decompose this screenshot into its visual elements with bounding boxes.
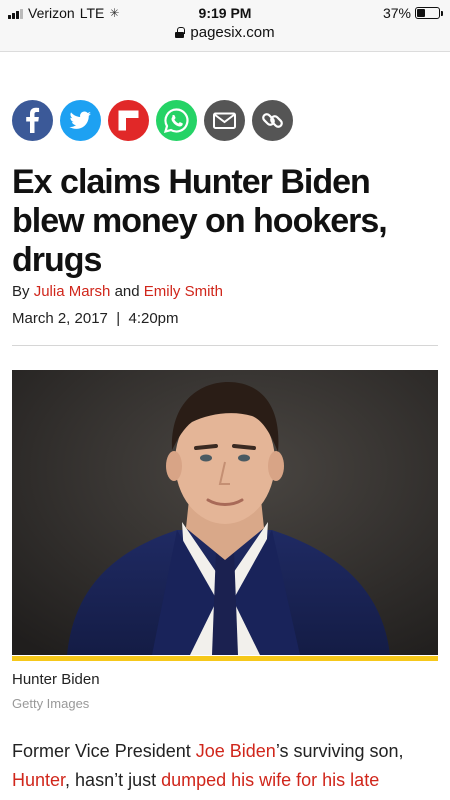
lock-icon <box>175 27 185 38</box>
copy-link-button[interactable] <box>252 100 293 141</box>
url-text[interactable]: pagesix.com <box>190 24 274 41</box>
status-bar: Verizon LTE ✳ 9:19 PM 37% <box>0 2 450 24</box>
byline: By Julia Marsh and Emily Smith <box>12 283 223 300</box>
status-right: 37% <box>382 5 443 21</box>
browser-top-bar: Verizon LTE ✳ 9:19 PM 37% pagesix.com <box>0 0 450 52</box>
dateline: March 2, 2017 | 4:20pm <box>12 310 179 327</box>
whatsapp-share-button[interactable] <box>156 100 197 141</box>
hunter-link[interactable]: Hunter <box>12 770 65 790</box>
byline-prefix: By <box>12 283 30 300</box>
facebook-share-button[interactable] <box>12 100 53 141</box>
body-text-1: Former Vice President <box>12 741 196 761</box>
article-headline: Ex claims Hunter Biden blew money on hoo… <box>12 163 388 279</box>
divider <box>12 345 438 346</box>
flipboard-share-button[interactable] <box>108 100 149 141</box>
author-link-2[interactable]: Emily Smith <box>144 283 223 300</box>
byline-and: and <box>114 283 140 300</box>
twitter-share-button[interactable] <box>60 100 101 141</box>
link-icon <box>262 113 283 128</box>
flipboard-icon <box>118 110 139 131</box>
article-body-paragraph: Former Vice President Joe Biden’s surviv… <box>12 737 444 795</box>
battery-icon <box>415 7 443 19</box>
photo-accent-bar <box>12 656 438 661</box>
publish-time: 4:20pm <box>128 310 179 327</box>
article-photo[interactable] <box>12 370 438 655</box>
battery-fill <box>417 9 425 17</box>
email-share-button[interactable] <box>204 100 245 141</box>
whatsapp-icon <box>163 108 189 134</box>
battery-percent: 37% <box>382 5 411 21</box>
facebook-icon <box>26 107 40 133</box>
twitter-icon <box>69 111 91 129</box>
photo-credit: Getty Images <box>12 696 90 711</box>
body-text-2: ’s surviving son, <box>275 741 404 761</box>
portrait-image <box>12 370 438 655</box>
email-icon <box>213 112 236 129</box>
body-text-3: , hasn’t just <box>65 770 162 790</box>
dumped-wife-link[interactable]: dumped his wife for his late <box>161 770 379 790</box>
url-bar[interactable]: pagesix.com <box>0 24 450 41</box>
date-separator: | <box>116 310 121 327</box>
publish-date: March 2, 2017 <box>12 310 108 327</box>
joe-biden-link[interactable]: Joe Biden <box>196 741 276 761</box>
share-bar <box>12 100 293 141</box>
photo-caption: Hunter Biden <box>12 671 100 688</box>
author-link-1[interactable]: Julia Marsh <box>34 283 111 300</box>
